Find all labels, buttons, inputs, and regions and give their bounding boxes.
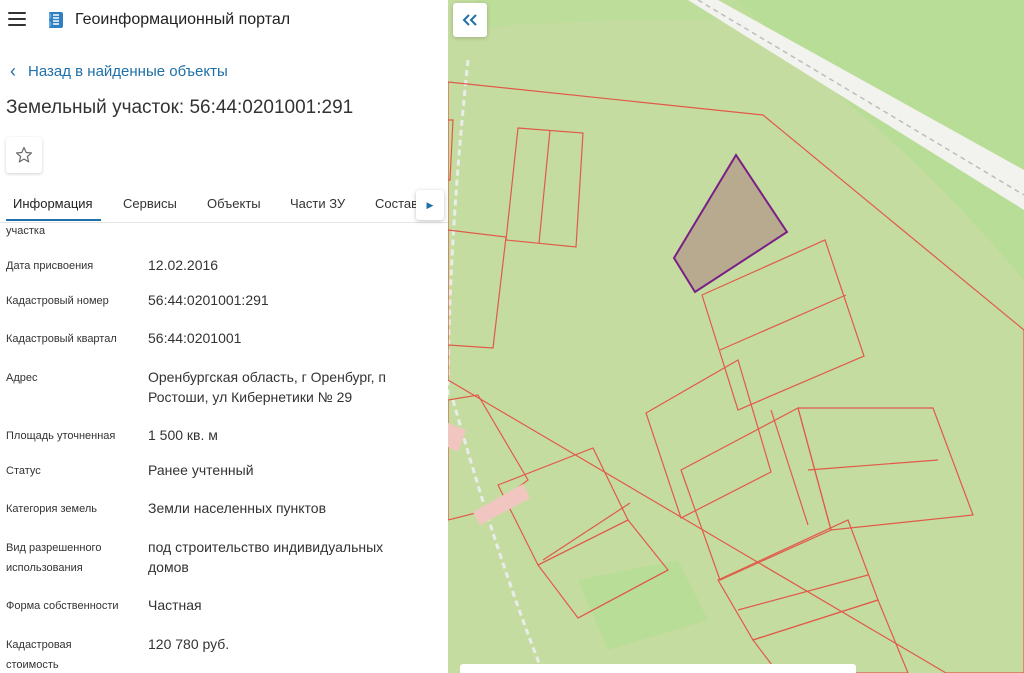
field-value: 1 500 кв. м	[148, 427, 218, 443]
field-value: Оренбургская область, г Оренбург, п	[148, 369, 386, 385]
field-label: Кадастровая	[6, 639, 72, 651]
field-value: 56:44:0201001	[148, 330, 242, 346]
field-value: домов	[148, 559, 189, 575]
field-label: Площадь уточненная	[6, 430, 116, 442]
field-label: Форма собственности	[6, 600, 119, 612]
field-value: 12.02.2016	[148, 257, 219, 273]
collapse-panel-button[interactable]	[453, 3, 487, 37]
field-value: Частная	[148, 597, 202, 613]
info-panel: Геоинформационный портал ‹ Назад в найде…	[0, 0, 448, 673]
field-label: Кадастровый квартал	[6, 333, 117, 345]
map-canvas[interactable]	[448, 0, 1024, 673]
field-label: Кадастровый номер	[6, 295, 109, 307]
field-label: Адрес	[6, 372, 38, 384]
field-label: использования	[6, 562, 83, 574]
field-label: стоимость	[6, 659, 59, 671]
field-label: Статус	[6, 465, 41, 477]
field-value: Земли населенных пунктов	[148, 500, 327, 516]
field-label: Категория земель	[6, 503, 97, 515]
field-value: Ростоши, ул Кибернетики № 29	[148, 389, 353, 405]
map-bottom-panel	[460, 664, 856, 673]
field-label: Вид разрешенного	[6, 542, 102, 554]
map-view[interactable]	[448, 0, 1024, 673]
field-value: под строительство индивидуальных	[148, 539, 384, 555]
field-value: Ранее учтенный	[148, 462, 254, 478]
field-value: 120 780 руб.	[148, 636, 230, 652]
field-label: Дата присвоения	[6, 260, 94, 272]
double-chevron-left-icon	[462, 14, 477, 26]
attribute-list: участка Дата присвоения 12.02.2016 Кадас…	[0, 0, 448, 673]
field-value: 56:44:0201001:291	[148, 292, 269, 308]
field-label-cut: участка	[6, 225, 46, 237]
